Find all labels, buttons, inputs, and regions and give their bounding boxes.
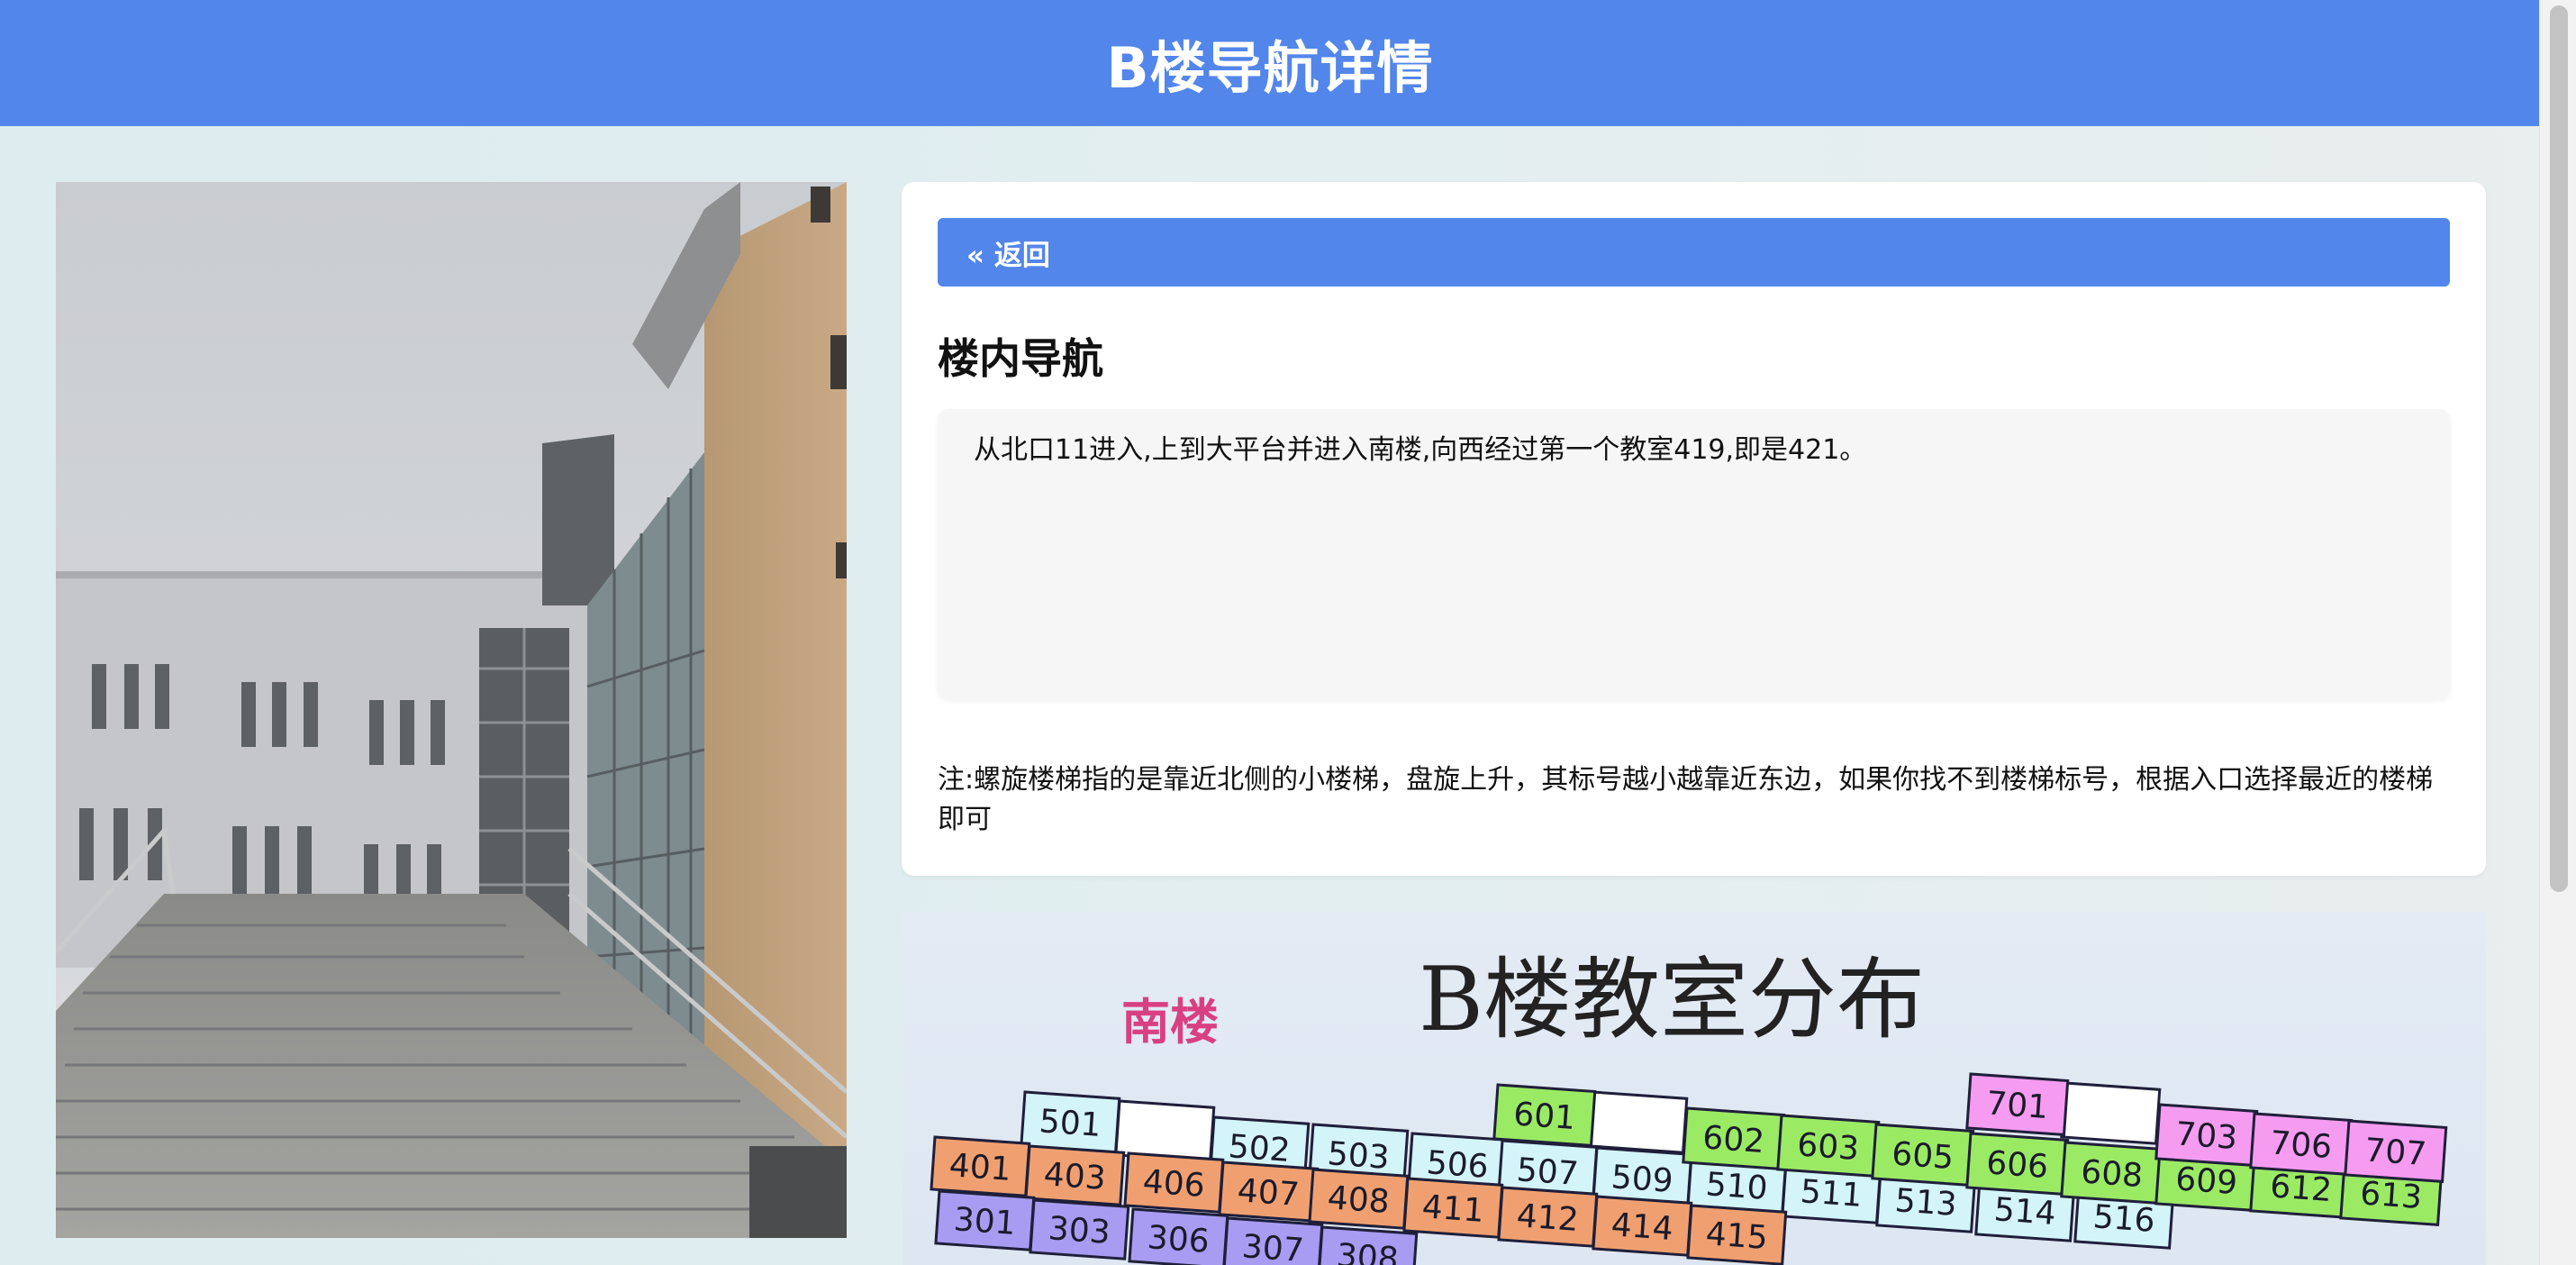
room-box: 412	[1497, 1186, 1599, 1248]
room-label: 605	[1891, 1135, 1955, 1177]
room-label: 603	[1796, 1126, 1860, 1168]
room-label: 706	[2269, 1124, 2333, 1166]
room-label: 408	[1327, 1179, 1391, 1221]
room-label: 516	[2091, 1198, 2155, 1240]
room-label: 307	[1241, 1228, 1305, 1265]
room-box: 401	[930, 1135, 1031, 1197]
room-label: 509	[1610, 1159, 1673, 1200]
stair-note: 注:螺旋楼梯指的是靠近北侧的小楼梯，盘旋上升，其标号越小越靠近东边，如果你找不到…	[938, 764, 2434, 835]
room-box: 603	[1776, 1114, 1881, 1178]
room-label: 301	[953, 1201, 1017, 1242]
room-label: 510	[1704, 1166, 1768, 1207]
room-box: 415	[1686, 1204, 1788, 1265]
south-building-label: 南楼	[1121, 994, 1219, 1051]
scrollbar[interactable]	[2539, 0, 2576, 1265]
room-box: 706	[2249, 1112, 2354, 1176]
scrollbar-thumb[interactable]	[2550, 5, 2568, 892]
room-label: 609	[2174, 1160, 2238, 1202]
building-photo	[56, 182, 847, 1238]
room-box: 606	[1965, 1132, 2070, 1196]
room-box: 403	[1024, 1144, 1126, 1206]
room-label: 703	[2174, 1115, 2238, 1157]
room-box: 501	[1020, 1090, 1121, 1154]
room-box: 408	[1308, 1168, 1410, 1230]
room-box: 605	[1871, 1123, 1975, 1187]
room-box: 301	[934, 1189, 1036, 1251]
room-box: 703	[2154, 1103, 2259, 1167]
room-label: 303	[1048, 1210, 1111, 1251]
room-label: 407	[1237, 1172, 1301, 1214]
room-label: 601	[1512, 1096, 1576, 1137]
room-box: 303	[1029, 1198, 1130, 1260]
room-box: 307	[1222, 1216, 1324, 1265]
room-box: 701	[1965, 1072, 2070, 1136]
route-description: 从北口11进入,上到大平台并进入南楼,向西经过第一个教室419,即是421。	[938, 409, 2450, 699]
room-label: 403	[1043, 1156, 1107, 1197]
room-label: 406	[1142, 1163, 1206, 1205]
room-label: 602	[1701, 1119, 1765, 1160]
room-label: 507	[1515, 1151, 1579, 1193]
app-header: B楼导航详情	[0, 0, 2540, 126]
floor-plan-image: B楼教室分布 南楼 501 502 503 506 507 509 510 511 513 514…	[903, 912, 2486, 1265]
room-label: 501	[1038, 1103, 1102, 1144]
room-label: 701	[1985, 1085, 2049, 1126]
navigation-card: « 返回 楼内导航 从北口11进入,上到大平台并进入南楼,向西经过第一个教室41…	[902, 182, 2486, 876]
room-box: 601	[1492, 1083, 1597, 1147]
room-box: 406	[1123, 1151, 1225, 1214]
room-label: 306	[1147, 1219, 1211, 1260]
room-label: 612	[2269, 1168, 2333, 1209]
room-label: 414	[1610, 1206, 1674, 1248]
room-blank	[1587, 1090, 1689, 1154]
floor-plan-title: B楼教室分布	[1419, 949, 1926, 1051]
room-label: 411	[1421, 1188, 1485, 1230]
section-title: 楼内导航	[938, 334, 1103, 383]
room-box: 414	[1592, 1195, 1693, 1257]
room-label: 608	[2080, 1153, 2144, 1195]
room-label: 412	[1516, 1197, 1580, 1239]
room-label: 613	[2359, 1175, 2423, 1216]
room-label: 511	[1799, 1173, 1863, 1215]
room-label: 308	[1336, 1237, 1400, 1265]
room-box: 608	[2060, 1141, 2164, 1205]
room-box: 707	[2344, 1119, 2448, 1183]
room-box: 411	[1402, 1177, 1504, 1239]
page-title: B楼导航详情	[1106, 35, 1434, 101]
room-label: 513	[1893, 1182, 1957, 1224]
room-box: 602	[1682, 1106, 1786, 1170]
room-label: 606	[1985, 1144, 2049, 1186]
room-blank	[2060, 1081, 2162, 1145]
room-box: 308	[1317, 1225, 1419, 1265]
room-box: 306	[1128, 1207, 1229, 1265]
room-box: 407	[1218, 1160, 1320, 1223]
room-label: 707	[2363, 1132, 2427, 1173]
room-label: 514	[1992, 1191, 2056, 1233]
room-label: 415	[1705, 1215, 1769, 1257]
back-button[interactable]: « 返回	[938, 218, 2450, 287]
room-label: 401	[948, 1147, 1012, 1188]
